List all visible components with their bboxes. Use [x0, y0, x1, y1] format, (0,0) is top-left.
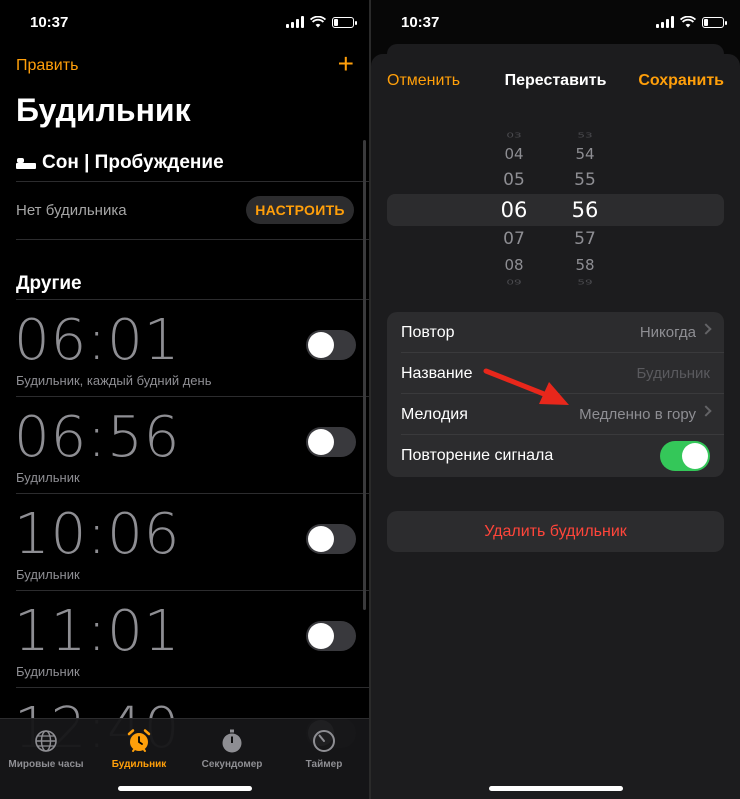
status-time: 10:37	[30, 14, 69, 31]
setup-sleep-button[interactable]: НАСТРОИТЬ	[246, 196, 354, 224]
divider	[16, 239, 370, 240]
home-indicator[interactable]	[118, 786, 252, 791]
sleep-wake-title: Сон | Пробуждение	[42, 152, 224, 173]
alarm-toggle[interactable]	[306, 427, 356, 457]
alarm-row[interactable]: 10:06 Будильник	[0, 494, 370, 590]
add-alarm-button[interactable]: +	[338, 50, 354, 78]
others-section-title: Другие	[16, 273, 82, 294]
home-indicator[interactable]	[488, 786, 623, 791]
wifi-icon	[310, 16, 326, 28]
scrollbar[interactable]	[363, 140, 366, 610]
alarm-time: 06:01	[14, 308, 181, 373]
edit-alarm-screen: 10:37 Отменить Переставить Сохранить 03 …	[371, 0, 740, 799]
tab-label: Таймер	[305, 759, 343, 770]
tab-bar: Мировые часы Будильник Секундомер Таймер	[0, 718, 370, 799]
toggle-knob	[308, 526, 334, 552]
alarm-label: Будильник, каждый будний день	[16, 373, 212, 388]
timer-icon	[313, 730, 335, 752]
alarm-toggle[interactable]	[306, 330, 356, 360]
edit-button[interactable]: Править	[16, 57, 78, 75]
tab-stopwatch[interactable]: Секундомер	[186, 727, 278, 770]
toggle-knob	[308, 429, 334, 455]
tab-label: Будильник	[111, 759, 167, 770]
alarm-row[interactable]: 06:56 Будильник	[0, 397, 370, 493]
page-title: Будильник	[16, 92, 191, 128]
alarm-time: 10:06	[14, 502, 181, 567]
alarm-clock-icon	[127, 729, 151, 752]
bed-icon	[16, 157, 36, 169]
alarm-toggle[interactable]	[306, 621, 356, 651]
annotation-arrow-icon	[483, 368, 569, 405]
tab-alarm[interactable]: Будильник	[93, 727, 185, 770]
tab-label: Секундомер	[201, 759, 263, 770]
toggle-knob	[308, 332, 334, 358]
cellular-signal-icon	[286, 16, 304, 28]
globe-icon	[35, 730, 57, 752]
toggle-knob	[308, 623, 334, 649]
alarm-list-screen: 10:37 Править + Будильник Сон | Пробужде…	[0, 0, 370, 799]
alarm-toggle[interactable]	[306, 524, 356, 554]
stopwatch-icon	[222, 729, 242, 753]
battery-icon	[332, 16, 357, 28]
alarm-label: Будильник	[16, 470, 80, 485]
alarm-row[interactable]: 06:01 Будильник, каждый будний день	[0, 300, 370, 396]
status-bar: 10:37	[0, 0, 370, 46]
tab-world-clock[interactable]: Мировые часы	[0, 727, 92, 770]
no-alarm-label: Нет будильника	[16, 202, 127, 219]
sleep-wake-header: Сон | Пробуждение	[16, 152, 224, 174]
tab-timer[interactable]: Таймер	[278, 727, 370, 770]
alarm-time: 06:56	[14, 405, 181, 470]
divider	[16, 181, 370, 182]
alarm-time: 11:01	[14, 599, 181, 664]
alarm-row[interactable]: 11:01 Будильник	[0, 591, 370, 687]
alarm-label: Будильник	[16, 567, 80, 582]
alarm-label: Будильник	[16, 664, 80, 679]
status-icons	[286, 16, 357, 28]
tab-label: Мировые часы	[8, 759, 84, 770]
